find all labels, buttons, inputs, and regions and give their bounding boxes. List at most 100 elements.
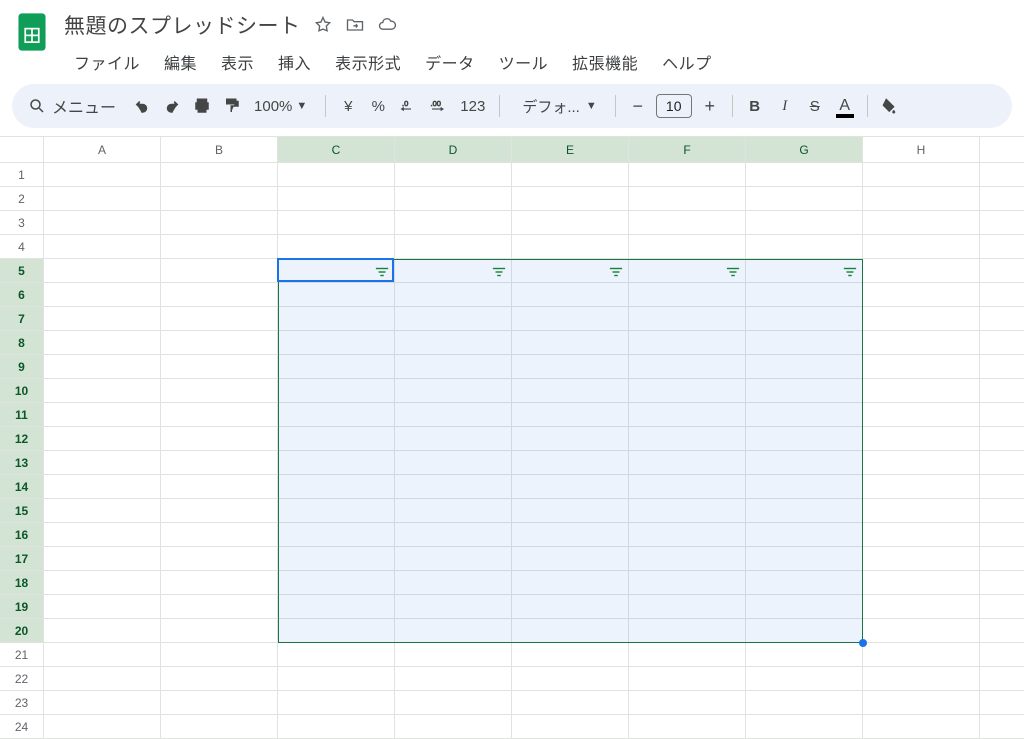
grid-body[interactable]: 123456789101112131415161718192021222324 — [0, 163, 1024, 739]
cell-A13[interactable] — [44, 451, 161, 474]
cell-A21[interactable] — [44, 643, 161, 666]
cell-D19[interactable] — [395, 595, 512, 618]
cell-F21[interactable] — [629, 643, 746, 666]
increase-fontsize-button[interactable]: + — [696, 91, 724, 121]
cell-C11[interactable] — [278, 403, 395, 426]
menu-insert[interactable]: 挿入 — [268, 46, 321, 78]
cell-H5[interactable] — [863, 259, 980, 282]
row-header-8[interactable]: 8 — [0, 331, 44, 354]
cell-G1[interactable] — [746, 163, 863, 186]
cell-F24[interactable] — [629, 715, 746, 738]
cell-E4[interactable] — [512, 235, 629, 258]
cell-H15[interactable] — [863, 499, 980, 522]
sheets-logo[interactable] — [12, 8, 52, 56]
cell-E15[interactable] — [512, 499, 629, 522]
cell-G5[interactable] — [746, 259, 863, 282]
cell-A18[interactable] — [44, 571, 161, 594]
cell-E18[interactable] — [512, 571, 629, 594]
menu-data[interactable]: データ — [415, 46, 485, 78]
cell-C18[interactable] — [278, 571, 395, 594]
currency-button[interactable]: ¥ — [334, 91, 362, 121]
cell-C8[interactable] — [278, 331, 395, 354]
row-header-6[interactable]: 6 — [0, 283, 44, 306]
fill-color-button[interactable] — [876, 91, 904, 121]
cell-G17[interactable] — [746, 547, 863, 570]
cell-B21[interactable] — [161, 643, 278, 666]
cell-D17[interactable] — [395, 547, 512, 570]
cell-D21[interactable] — [395, 643, 512, 666]
cell-G21[interactable] — [746, 643, 863, 666]
cell-C15[interactable] — [278, 499, 395, 522]
cell-B7[interactable] — [161, 307, 278, 330]
cell-B12[interactable] — [161, 427, 278, 450]
cell-B5[interactable] — [161, 259, 278, 282]
cell-D23[interactable] — [395, 691, 512, 714]
cell-B18[interactable] — [161, 571, 278, 594]
move-folder-icon[interactable] — [345, 15, 365, 35]
paint-format-button[interactable] — [218, 91, 246, 121]
cell-F12[interactable] — [629, 427, 746, 450]
menu-edit[interactable]: 編集 — [154, 46, 207, 78]
row-header-19[interactable]: 19 — [0, 595, 44, 618]
cell-G10[interactable] — [746, 379, 863, 402]
cell-F11[interactable] — [629, 403, 746, 426]
cell-A20[interactable] — [44, 619, 161, 642]
cell-C1[interactable] — [278, 163, 395, 186]
cell-F15[interactable] — [629, 499, 746, 522]
cell-E6[interactable] — [512, 283, 629, 306]
text-color-button[interactable]: A — [831, 91, 859, 121]
cell-E8[interactable] — [512, 331, 629, 354]
cell-H2[interactable] — [863, 187, 980, 210]
column-header-C[interactable]: C — [278, 137, 395, 162]
row-header-3[interactable]: 3 — [0, 211, 44, 234]
column-header-A[interactable]: A — [44, 137, 161, 162]
cell-D4[interactable] — [395, 235, 512, 258]
cell-C10[interactable] — [278, 379, 395, 402]
menu-format[interactable]: 表示形式 — [325, 46, 411, 78]
column-header-E[interactable]: E — [512, 137, 629, 162]
cell-H9[interactable] — [863, 355, 980, 378]
column-header-F[interactable]: F — [629, 137, 746, 162]
cell-G4[interactable] — [746, 235, 863, 258]
cell-A3[interactable] — [44, 211, 161, 234]
cell-G13[interactable] — [746, 451, 863, 474]
document-title[interactable]: 無題のスプレッドシート — [64, 10, 301, 40]
cell-C5[interactable] — [278, 259, 395, 282]
cell-H16[interactable] — [863, 523, 980, 546]
cell-C12[interactable] — [278, 427, 395, 450]
cell-A11[interactable] — [44, 403, 161, 426]
row-header-17[interactable]: 17 — [0, 547, 44, 570]
cell-G9[interactable] — [746, 355, 863, 378]
cell-H18[interactable] — [863, 571, 980, 594]
cell-C23[interactable] — [278, 691, 395, 714]
column-header-G[interactable]: G — [746, 137, 863, 162]
cell-H11[interactable] — [863, 403, 980, 426]
cell-F19[interactable] — [629, 595, 746, 618]
menu-search[interactable]: メニュー — [22, 94, 126, 118]
cell-H4[interactable] — [863, 235, 980, 258]
cell-B19[interactable] — [161, 595, 278, 618]
row-header-22[interactable]: 22 — [0, 667, 44, 690]
cell-A2[interactable] — [44, 187, 161, 210]
cell-E10[interactable] — [512, 379, 629, 402]
cell-E5[interactable] — [512, 259, 629, 282]
cell-D3[interactable] — [395, 211, 512, 234]
cell-D22[interactable] — [395, 667, 512, 690]
cell-C16[interactable] — [278, 523, 395, 546]
row-header-24[interactable]: 24 — [0, 715, 44, 738]
row-header-2[interactable]: 2 — [0, 187, 44, 210]
cell-G16[interactable] — [746, 523, 863, 546]
cell-A15[interactable] — [44, 499, 161, 522]
cell-H13[interactable] — [863, 451, 980, 474]
cell-E22[interactable] — [512, 667, 629, 690]
number-format-button[interactable]: 123 — [454, 91, 491, 121]
cell-C19[interactable] — [278, 595, 395, 618]
row-header-10[interactable]: 10 — [0, 379, 44, 402]
percent-button[interactable]: % — [364, 91, 392, 121]
cell-C2[interactable] — [278, 187, 395, 210]
cell-E7[interactable] — [512, 307, 629, 330]
cell-G12[interactable] — [746, 427, 863, 450]
cell-D13[interactable] — [395, 451, 512, 474]
cell-B9[interactable] — [161, 355, 278, 378]
cell-C7[interactable] — [278, 307, 395, 330]
